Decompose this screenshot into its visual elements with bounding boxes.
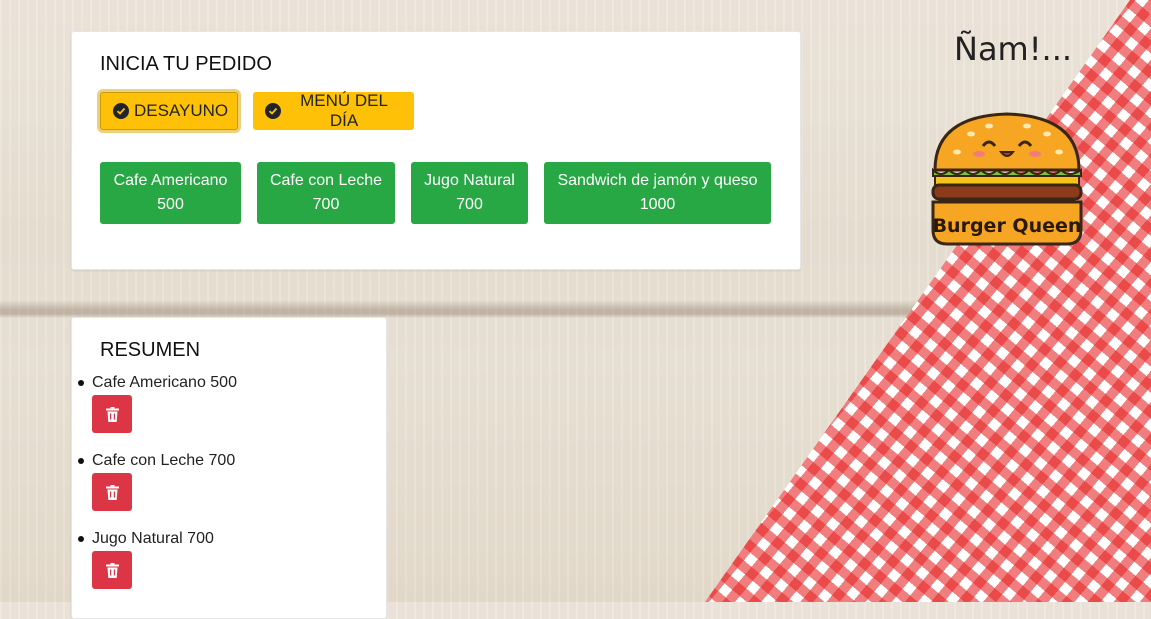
delete-item-button[interactable] [92, 551, 132, 589]
product-button-sandwich[interactable]: Sandwich de jamón y queso 1000 [544, 162, 771, 224]
order-panel: INICIA TU PEDIDO DESAYUNO MENÚ DEL DÍA C… [71, 31, 801, 270]
product-price: 700 [312, 196, 340, 213]
bullet [78, 380, 84, 386]
summary-item-text: Cafe Americano 500 [92, 374, 237, 391]
tab-menu-label: MENÚ DEL DÍA [300, 91, 388, 130]
check-circle-icon [265, 103, 281, 119]
list-item: Jugo Natural 700 [72, 526, 372, 604]
list-item: Cafe con Leche 700 [72, 448, 372, 526]
list-item: Cafe Americano 500 [72, 370, 372, 448]
check-circle-icon [113, 103, 129, 119]
tab-breakfast-label: DESAYUNO [134, 101, 229, 120]
product-name: Cafe con Leche [269, 172, 383, 189]
summary-title: RESUMEN [100, 339, 201, 361]
product-name: Cafe Americano [113, 172, 228, 189]
product-button-jugo-natural[interactable]: Jugo Natural 700 [411, 162, 528, 224]
product-name: Jugo Natural [424, 172, 515, 189]
product-price: 500 [157, 196, 184, 213]
summary-item-text: Jugo Natural 700 [92, 530, 214, 547]
logo-text: Burger Queen [932, 215, 1082, 237]
product-price: 1000 [639, 196, 676, 213]
product-button-cafe-con-leche[interactable]: Cafe con Leche 700 [257, 162, 395, 224]
product-button-cafe-americano[interactable]: Cafe Americano 500 [100, 162, 241, 224]
brand-tagline: Ñam!... [954, 30, 1073, 68]
trash-icon [105, 484, 119, 500]
burger-queen-logo: Burger Queen [931, 112, 1083, 248]
order-title: INICIA TU PEDIDO [100, 53, 272, 75]
tab-menu-of-the-day[interactable]: MENÚ DEL DÍA [253, 91, 414, 130]
trash-icon [105, 406, 119, 422]
tab-breakfast[interactable]: DESAYUNO [100, 92, 238, 130]
summary-list: Cafe Americano 500 Cafe con Leche 700 Ju… [72, 370, 372, 604]
bullet [78, 536, 84, 542]
summary-panel: RESUMEN Cafe Americano 500 Cafe con Lech… [71, 317, 387, 619]
product-price: 700 [456, 196, 483, 213]
trash-icon [105, 562, 119, 578]
delete-item-button[interactable] [92, 395, 132, 433]
product-name: Sandwich de jamón y queso [557, 172, 758, 189]
summary-item-text: Cafe con Leche 700 [92, 452, 236, 469]
delete-item-button[interactable] [92, 473, 132, 511]
bullet [78, 458, 84, 464]
